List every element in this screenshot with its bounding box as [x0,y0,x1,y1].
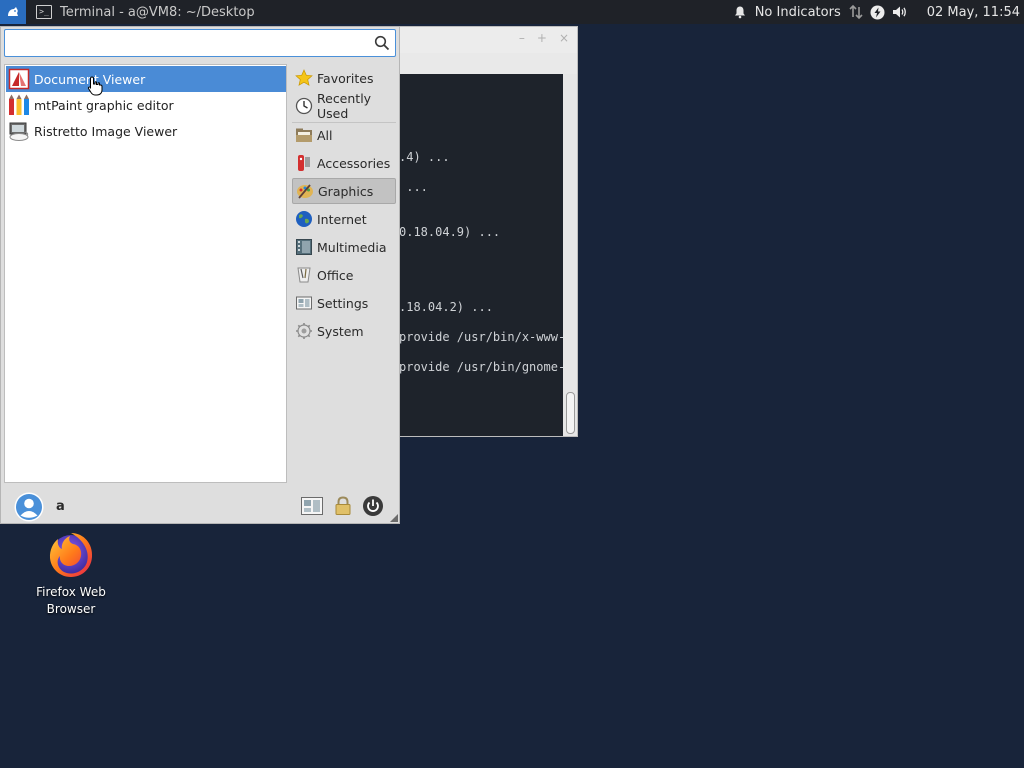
terminal-line: .18.04.2) ... [399,300,493,314]
office-icon [297,267,311,283]
app-item-mtpaint[interactable]: mtPaint graphic editor [6,92,286,118]
terminal-line: ... [399,180,428,194]
graphics-icon [297,184,313,199]
app-item-ristretto[interactable]: Ristretto Image Viewer [6,118,286,144]
star-icon [295,69,313,86]
terminal-titlebar[interactable]: – + × [399,27,577,53]
app-item-label: mtPaint graphic editor [34,97,174,113]
user-avatar-icon[interactable] [14,492,44,522]
folder-icon [296,128,312,142]
hand-cursor-icon [87,76,103,96]
category-label: Accessories [317,155,391,171]
app-item-label: Ristretto Image Viewer [34,123,178,139]
category-recently-used[interactable]: Recently Used [292,91,396,121]
power-bolt-icon[interactable] [867,0,889,24]
menu-footer: a [1,487,399,523]
category-favorites[interactable]: Favorites [292,65,396,91]
category-graphics[interactable]: Graphics [292,178,396,204]
resize-grip[interactable] [390,514,398,522]
clock[interactable]: 02 May, 11:54 [927,5,1020,20]
mtpaint-icon [9,94,29,115]
category-multimedia[interactable]: Multimedia [292,234,396,260]
category-label: Graphics [318,183,374,199]
settings-manager-icon [301,497,323,515]
globe-icon [296,211,312,227]
app-list: Document Viewer mtPaint graphic editor R… [4,64,287,483]
terminal-line: 0.18.04.9) ... [399,225,501,239]
search-box[interactable] [4,29,396,57]
terminal-output[interactable]: .4) ... ... 0.18.04.9) ... .18.04.2) ...… [399,74,563,436]
desktop-icon-firefox[interactable]: Firefox Web Browser [26,530,116,618]
search-icon[interactable] [374,35,390,51]
category-label: Recently Used [317,91,372,121]
category-label: System [317,323,364,339]
whisker-menu: Document Viewer mtPaint graphic editor R… [0,26,400,524]
terminal-window[interactable]: – + × .4) ... ... 0.18.04.9) ... .18.04.… [398,26,578,437]
whisker-menu-icon [8,7,18,16]
accessories-icon [298,155,310,171]
multimedia-icon [296,239,312,255]
scrollbar-thumb[interactable] [566,392,575,434]
close-button[interactable]: × [559,31,569,45]
top-panel: >_ Terminal - a@VM8: ~/Desktop No Indica… [0,0,1024,24]
terminal-line: provide /usr/bin/x-www-b [399,330,563,344]
settings-manager-button[interactable] [300,495,324,517]
taskbar-item-title: Terminal - a@VM8: ~/Desktop [60,4,255,20]
ristretto-icon [9,122,29,141]
app-item-document-viewer[interactable]: Document Viewer [6,66,286,92]
category-system[interactable]: System [292,318,396,344]
settings-icon [296,296,312,310]
document-viewer-icon [8,68,30,90]
lock-screen-button[interactable] [331,495,355,517]
category-label: Office [317,267,354,283]
category-office[interactable]: Office [292,262,396,288]
category-label: All [317,127,333,143]
clock-icon [295,97,313,115]
firefox-icon [49,533,93,577]
system-gear-icon [296,323,312,339]
category-label: Internet [317,211,367,227]
user-name: a [56,499,65,514]
category-label: Favorites [317,70,374,86]
terminal-menubar [399,53,577,73]
lock-icon [335,496,351,515]
category-accessories[interactable]: Accessories [292,150,396,176]
maximize-button[interactable]: + [537,31,547,45]
desktop-icon-label: Firefox Web Browser [36,585,106,616]
terminal-icon: >_ [36,5,52,19]
log-out-button[interactable] [361,495,385,517]
power-icon [363,496,383,516]
category-label: Multimedia [317,239,387,255]
terminal-line: provide /usr/bin/gnome-w [399,360,563,374]
window-controls: – + × [519,31,569,45]
terminal-scrollbar[interactable] [563,74,577,436]
terminal-line: .4) ... [399,150,450,164]
indicator-status[interactable]: No Indicators [755,5,841,20]
system-tray: No Indicators 02 May, 11:54 [729,0,1024,24]
bell-icon[interactable] [729,0,751,24]
taskbar-item-terminal[interactable]: >_ Terminal - a@VM8: ~/Desktop [36,0,255,24]
applications-menu-button[interactable] [0,0,26,24]
category-all[interactable]: All [292,122,396,148]
search-input[interactable] [9,33,373,55]
minimize-button[interactable]: – [519,31,525,45]
network-arrows-icon[interactable] [845,0,867,24]
category-settings[interactable]: Settings [292,290,396,316]
volume-icon[interactable] [889,0,911,24]
category-internet[interactable]: Internet [292,206,396,232]
category-label: Settings [317,295,369,311]
